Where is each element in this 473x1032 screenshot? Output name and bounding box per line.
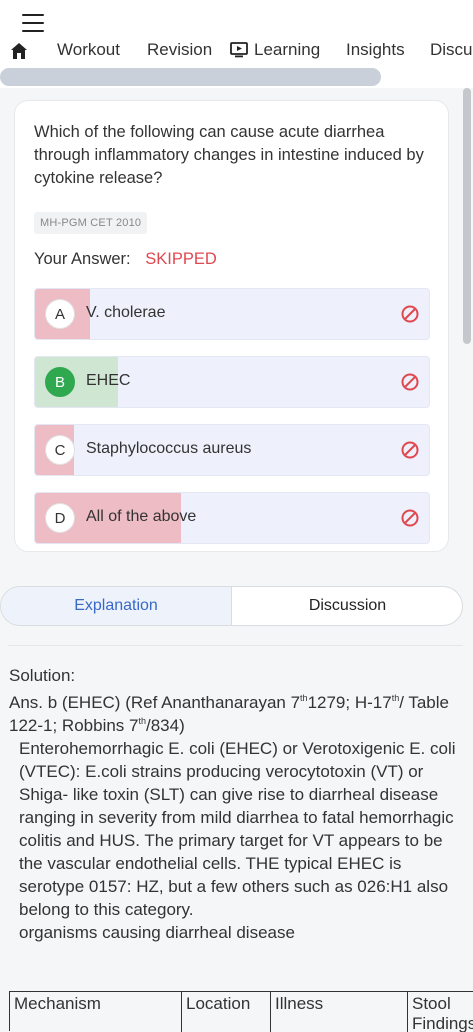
option-b-letter: B [45,367,75,397]
explanation-tab[interactable]: Explanation [1,587,232,625]
option-d[interactable]: D All of the above [34,492,430,544]
explanation-paragraph: Enterohemorrhagic E. coli (EHEC) or Vero… [19,739,456,919]
tab-workout[interactable]: Workout [57,40,120,60]
tab-discussion[interactable]: Discu [430,40,473,60]
option-c-text: Staphylococcus aureus [86,440,252,457]
table-header-stool-findings: Stool Findings [412,994,473,1032]
superscript: th [138,716,146,726]
option-b[interactable]: B EHEC [34,356,430,408]
tab-label: Revision [147,40,213,59]
option-d-letter: D [45,503,75,533]
option-c-letter: C [45,435,75,465]
top-bar: Workout Revision Learning Insights Discu [0,0,473,88]
option-b-text: EHEC [86,372,131,389]
solution-label: Solution: [9,666,76,685]
discussion-tab[interactable]: Discussion [232,587,462,625]
table-header-mechanism: Mechanism [10,992,182,1032]
answer-reference: Ans. b (EHEC) (Ref Ananthanarayan 7th127… [9,691,464,737]
page-scrollbar[interactable] [463,88,471,344]
ban-icon [401,373,419,391]
hamburger-icon[interactable] [22,14,44,32]
ban-icon [401,509,419,527]
tab-bar: Workout Revision Learning Insights Discu [0,40,473,66]
your-answer-label: Your Answer: [34,250,131,268]
solution-section: Solution: Ans. b (EHEC) (Ref Ananthanara… [9,664,464,944]
table-header-illness: Illness [271,992,408,1032]
tab-scrollbar[interactable] [0,68,381,86]
option-a-letter: A [45,299,75,329]
divider [8,645,463,646]
option-d-text: All of the above [86,508,197,525]
tab-insights[interactable]: Insights [346,40,405,60]
option-a[interactable]: A V. cholerae [34,288,430,340]
source-tag: MH-PGM CET 2010 [34,212,148,234]
explanation-discussion-toggle: Explanation Discussion [0,586,463,626]
ban-icon [401,441,419,459]
tab-label: Learning [254,40,321,59]
tab-learning[interactable]: Learning [230,40,320,60]
table-header-location: Location [182,992,271,1032]
question-card: Which of the following can cause acute d… [14,100,449,552]
tab-revision[interactable]: Revision [147,40,212,60]
tab-label: Discu [430,40,473,59]
video-screen-icon [230,42,248,58]
tab-label: Workout [57,40,120,59]
answer-text: 1279; H-17 [307,693,392,712]
tab-label: Insights [346,40,405,59]
diarrhea-table: Mechanism Location Illness Stool Finding… [9,991,473,1032]
question-text: Which of the following can cause acute d… [34,123,424,187]
answer-text: /834) [146,716,185,735]
answer-text: Ans. b (EHEC) (Ref Ananthanarayan 7 [9,693,301,712]
your-answer-value: SKIPPED [145,250,217,268]
table-caption: organisms causing diarrheal disease [19,923,295,942]
option-c[interactable]: C Staphylococcus aureus [34,424,430,476]
superscript: th [300,693,308,703]
your-answer: Your Answer: SKIPPED [34,250,217,269]
option-a-text: V. cholerae [86,304,166,321]
ban-icon [401,305,419,323]
